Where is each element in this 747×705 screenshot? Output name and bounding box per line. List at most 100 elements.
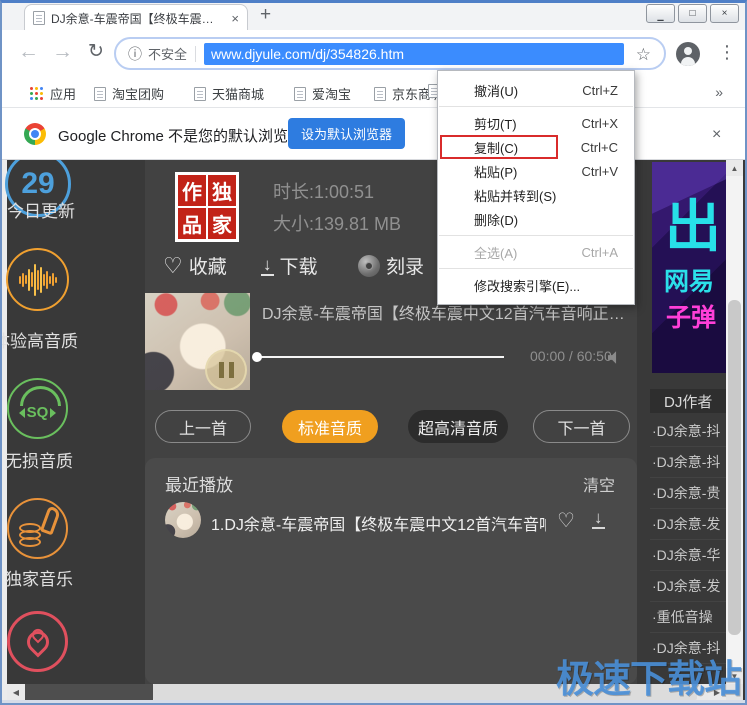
url-text-selected[interactable]: www.djyule.com/dj/354826.htm [204,43,624,65]
maximize-button[interactable]: □ [678,4,707,23]
dj-list-item[interactable]: ·DJ余意-发 [650,571,726,602]
copy-highlight-box [440,135,558,159]
dj-list-item[interactable]: ·DJ余意-抖 [650,447,726,478]
back-icon[interactable]: ← [18,40,39,64]
bookmark-icon [194,87,206,101]
dj-list-item[interactable]: ·DJ余意-贵 [650,478,726,509]
menu-label: 删除(D) [474,210,518,229]
standard-quality-button[interactable]: 标准音质 [282,410,378,443]
ad-headline: 出 [665,182,721,263]
recent-item-title[interactable]: 1.DJ余意-车震帝国【终极车震中文12首汽车音响正车 [211,511,546,535]
bookmarks-overflow-icon[interactable]: » [715,84,723,100]
chrome-logo-icon [24,123,46,145]
dj-list-item[interactable]: ·重低音操 [650,602,726,633]
menu-item-edit-search-engines[interactable]: 修改搜索引擎(E)... [438,273,634,297]
heart-icon: ♡ [163,255,183,277]
forward-icon[interactable]: → [52,40,73,64]
security-label[interactable]: 不安全 [148,44,187,63]
dj-list-item[interactable]: ·DJ余意-华 [650,540,726,571]
address-bar[interactable]: ⓘ 不安全 www.djyule.com/dj/354826.htm ☆ [114,37,666,70]
menu-label: 剪切(T) [474,114,517,133]
menu-shortcut: Ctrl+A [582,245,618,260]
menu-item-select-all: 全选(A) Ctrl+A [438,240,634,264]
title-bar: DJ余意-车震帝国【终极车震中文 × + ▁ □ × [0,0,747,30]
prev-track-button[interactable]: 上一首 [155,410,251,443]
ad-line2: 网易 [664,262,714,298]
progress-bar[interactable] [254,356,504,358]
minimize-button[interactable]: ▁ [646,4,675,23]
bookmark-icon [94,87,106,101]
menu-item-paste[interactable]: 粘贴(P) Ctrl+V [438,159,634,183]
tab-title: DJ余意-车震帝国【终极车震中文 [51,10,225,27]
maximize-icon: □ [689,9,695,19]
scroll-up-icon[interactable]: ▲ [726,160,743,176]
recent-heart-icon[interactable]: ♡ [557,508,575,533]
ad-line3: 子弹 [666,298,716,334]
browser-tab[interactable]: DJ余意-车震帝国【终极车震中文 × [24,4,248,31]
progress-handle[interactable] [252,352,262,362]
uhd-quality-button[interactable]: 超高清音质 [408,410,508,443]
menu-separator [439,268,633,269]
close-button[interactable]: × [710,4,739,23]
stamp-char: 家 [208,208,236,239]
favorite-button[interactable]: ♡ 收藏 [163,252,227,279]
sidebar-ad-banner[interactable]: 出 网易 子弹 [652,162,726,373]
menu-separator [439,106,633,107]
sq-headphones-icon: SQ [7,378,68,439]
set-default-browser-button[interactable]: 设为默认浏览器 [288,118,405,149]
menu-item-delete[interactable]: 删除(D) [438,207,634,231]
pause-icon[interactable] [205,349,247,390]
menu-label: 粘贴并转到(S) [474,186,556,205]
menu-label: 修改搜索引擎(E)... [474,276,580,295]
recent-download-icon[interactable]: ↓ [592,509,605,529]
menu-label: 撤消(U) [474,81,518,100]
album-art[interactable] [145,293,250,390]
stamp-char: 作 [178,175,206,206]
menu-shortcut: Ctrl+V [582,164,618,179]
sidebar-item-hot[interactable] [0,160,61,221]
horizontal-scroll-track[interactable] [25,684,153,700]
dj-track-list: ·DJ余意-抖 ·DJ余意-抖 ·DJ余意-贵 ·DJ余意-发 ·DJ余意-华 … [650,416,726,664]
sidebar-label: 无损音质 [5,447,73,472]
notification-close-icon[interactable]: × [712,126,721,144]
menu-item-undo[interactable]: 撤消(U) Ctrl+Z [438,78,634,102]
apps-label[interactable]: 应用 [50,84,76,103]
burn-label: 刻录 [386,252,424,279]
clear-button[interactable]: 清空 [583,472,615,496]
dj-list-item[interactable]: ·DJ余意-发 [650,509,726,540]
bookmark-star-icon[interactable]: ☆ [636,45,651,65]
tab-close-icon[interactable]: × [231,12,239,25]
next-track-button[interactable]: 下一首 [533,410,630,443]
menu-item-cut[interactable]: 剪切(T) Ctrl+X [438,111,634,135]
info-icon[interactable]: ⓘ [128,44,142,64]
address-divider [195,46,196,62]
bookmark-label: 淘宝团购 [112,84,164,103]
apps-grid-icon[interactable] [30,87,43,100]
time-display: 00:00 / 60:50 [530,348,612,364]
minimize-icon: ▁ [657,13,663,21]
menu-label: 粘贴(P) [474,162,517,181]
bookmark-item[interactable]: 淘宝团购 [94,84,164,103]
new-tab-button[interactable]: + [260,4,271,26]
site-watermark: 极速下载站 [556,648,741,703]
reload-icon[interactable]: ↻ [88,40,104,64]
download-button[interactable]: ↓ 下载 [261,252,318,279]
thumbs-up-coins-icon [7,498,68,559]
bookmark-item[interactable]: 天猫商城 [194,84,264,103]
bookmark-label: 爱淘宝 [312,84,351,103]
scroll-left-icon[interactable]: ◀ [7,684,25,700]
menu-separator [439,235,633,236]
menu-item-paste-and-go[interactable]: 粘贴并转到(S) [438,183,634,207]
menu-item-copy[interactable]: 复制(C) Ctrl+C [438,135,634,159]
burn-button[interactable]: 刻录 [358,252,424,279]
bookmark-item[interactable]: 爱淘宝 [294,84,351,103]
browser-menu-icon[interactable]: ⋮ [718,42,736,63]
filesize-label: 大小:139.81 MB [273,210,401,236]
page-left-edge [0,160,7,700]
dj-list-item[interactable]: ·DJ余意-抖 [650,416,726,447]
menu-label: 全选(A) [474,243,517,262]
vertical-scrollbar[interactable]: ▲ ▼ [726,160,743,684]
vertical-scroll-thumb[interactable] [728,300,741,635]
profile-avatar-icon[interactable] [676,42,700,66]
notification-message: Google Chrome 不是您的默认浏览器 [58,125,303,146]
